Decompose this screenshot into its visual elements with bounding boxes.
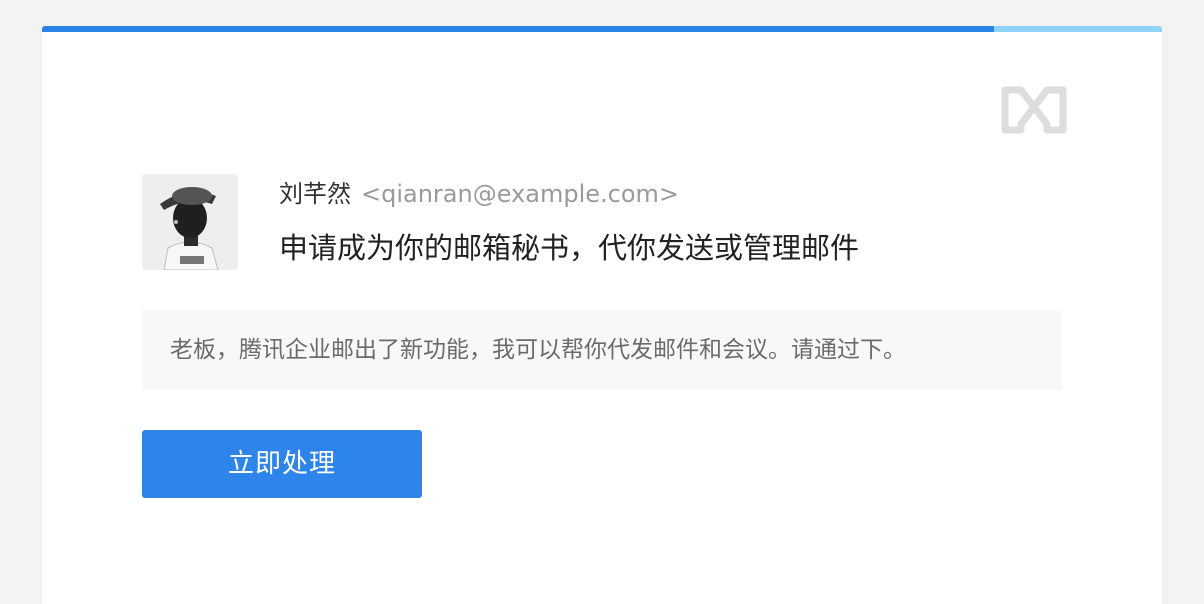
sender-line: 刘芊然 <qianran@example.com>: [279, 176, 679, 212]
sender-email: <qianran@example.com>: [361, 180, 680, 208]
message-text: 老板，腾讯企业邮出了新功能，我可以帮你代发邮件和会议。请通过下。: [170, 337, 906, 363]
message-box: 老板，腾讯企业邮出了新功能，我可以帮你代发邮件和会议。请通过下。: [142, 310, 1062, 390]
sender-name: 刘芊然: [279, 180, 351, 208]
email-subject: 申请成为你的邮箱秘书，代你发送或管理邮件: [279, 231, 860, 265]
process-now-button[interactable]: 立即处理: [142, 430, 422, 498]
avatar: [142, 174, 238, 270]
brand-logo-icon: [1001, 86, 1067, 134]
progress-bar-fill: [42, 26, 994, 32]
avatar-image: [142, 174, 238, 270]
invitation-card: 刘芊然 <qianran@example.com> 申请成为你的邮箱秘书，代你发送…: [42, 26, 1162, 604]
progress-bar-track: [42, 26, 1162, 32]
